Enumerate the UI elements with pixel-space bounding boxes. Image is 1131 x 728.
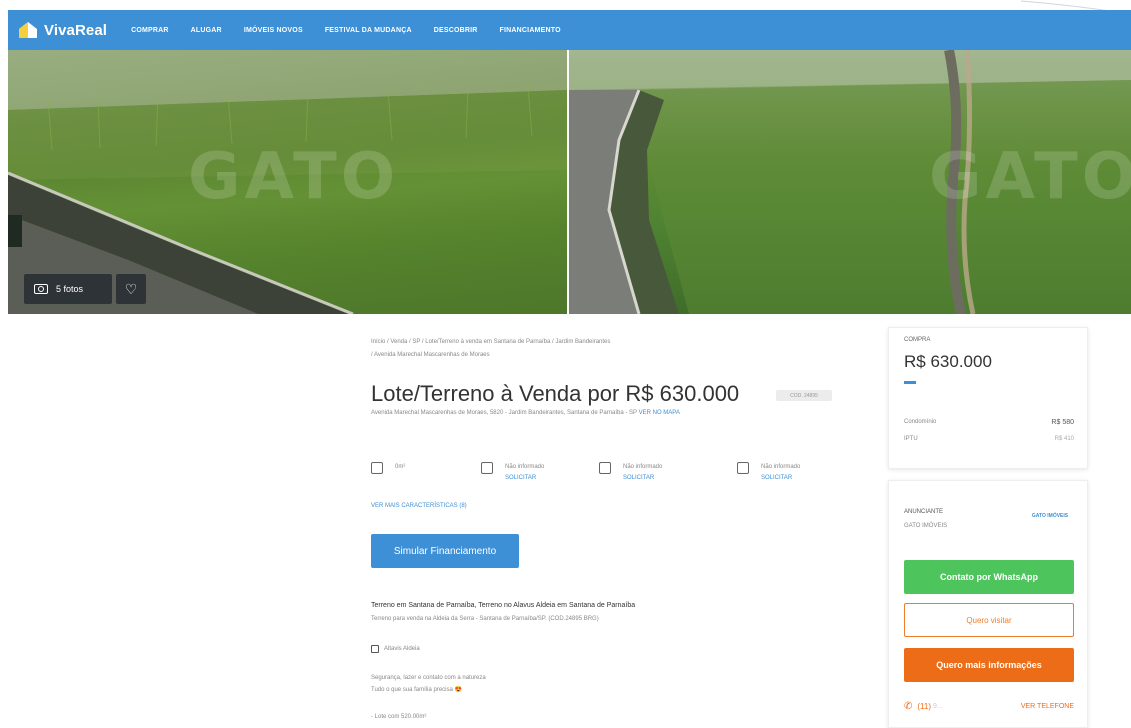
features-row: 0m² Não informado SOLICITAR Não informad… bbox=[371, 462, 861, 496]
feature-area: 0m² bbox=[371, 462, 405, 474]
listing-address: Avenida Marechal Mascarenhas de Moraes, … bbox=[371, 410, 680, 416]
feature-bathrooms-request-link[interactable]: SOLICITAR bbox=[623, 473, 662, 484]
show-phone-link[interactable]: VER TELEFONE bbox=[1021, 703, 1074, 710]
vivareal-logo[interactable]: VivaReal bbox=[18, 21, 107, 39]
advertiser-logo[interactable]: GATO IMÓVEIS bbox=[1025, 513, 1075, 527]
feature-parking-value: Não informado bbox=[761, 464, 801, 470]
condo-fee-value: R$ 580 bbox=[1051, 419, 1074, 426]
price-label: COMPRA bbox=[904, 337, 931, 343]
price-underline bbox=[904, 381, 916, 384]
view-photos-button[interactable]: 5 fotos bbox=[24, 274, 112, 304]
heart-icon: ♡ bbox=[124, 280, 138, 297]
iptu-row: IPTU R$ 410 bbox=[904, 436, 1074, 442]
contact-card: ANUNCIANTE GATO IMÓVEIS GATO IMÓVEIS Con… bbox=[888, 480, 1088, 728]
gallery-prev-arrow[interactable] bbox=[8, 215, 22, 247]
listing-photo-2[interactable]: GATO bbox=[569, 50, 1131, 314]
camera-icon bbox=[34, 284, 48, 294]
feature-bathrooms: Não informado SOLICITAR bbox=[599, 462, 662, 484]
logo-text: VivaReal bbox=[44, 21, 108, 39]
breadcrumb[interactable]: Início / Venda / SP / Lote/Terreno à ven… bbox=[371, 336, 771, 362]
whatsapp-contact-button[interactable]: Contato por WhatsApp bbox=[904, 560, 1074, 594]
gallery-watermark-2: GATO bbox=[929, 140, 1131, 214]
phone-prefix: (11) bbox=[917, 702, 932, 711]
condo-fee-row: Condomínio R$ 580 bbox=[904, 419, 1074, 426]
listing-code-badge: COD. 24895 bbox=[776, 390, 832, 401]
feature-bedrooms-request-link[interactable]: SOLICITAR bbox=[505, 473, 544, 484]
nav-financiamento[interactable]: FINANCIAMENTO bbox=[500, 27, 561, 34]
condo-fee-label: Condomínio bbox=[904, 419, 937, 425]
more-features-link[interactable]: VER MAIS CARACTERÍSTICAS (8) bbox=[371, 503, 467, 509]
listing-title: Lote/Terreno à Venda por R$ 630.000 bbox=[371, 381, 740, 406]
phone-number: ✆ (11) 9... bbox=[904, 701, 943, 712]
price-card: COMPRA R$ 630.000 Condomínio R$ 580 IPTU… bbox=[888, 327, 1088, 469]
feature-parking: Não informado SOLICITAR bbox=[737, 462, 800, 484]
phone-hidden-digits: 9... bbox=[933, 703, 943, 710]
description-title: Terreno em Santana de Parnaíba, Terreno … bbox=[371, 602, 636, 609]
gallery-watermark: GATO bbox=[188, 140, 400, 214]
feature-bedrooms-value: Não informado bbox=[505, 464, 545, 470]
view-on-map-link[interactable]: VER NO MAPA bbox=[639, 410, 680, 416]
advertiser-name[interactable]: GATO IMÓVEIS bbox=[904, 523, 947, 529]
feature-area-value: 0m² bbox=[395, 464, 406, 470]
iptu-value: R$ 410 bbox=[1054, 436, 1074, 442]
nav-alugar[interactable]: ALUGAR bbox=[191, 27, 222, 34]
advertiser-label: ANUNCIANTE bbox=[904, 509, 944, 515]
phone-row: ✆ (11) 9... VER TELEFONE bbox=[904, 701, 1074, 712]
listing-photo-1[interactable]: GATO 5 fotos ♡ bbox=[8, 50, 567, 314]
favorite-button[interactable]: ♡ bbox=[116, 274, 146, 304]
description-subtitle: Terreno para venda na Aldeia da Serra - … bbox=[371, 616, 599, 622]
iptu-label: IPTU bbox=[904, 436, 918, 442]
phone-icon: ✆ bbox=[904, 701, 913, 712]
feature-parking-request-link[interactable]: SOLICITAR bbox=[761, 473, 800, 484]
description-line-1: Segurança, lazer e contato com a naturez… bbox=[371, 675, 486, 681]
schedule-visit-button[interactable]: Quero visitar bbox=[904, 603, 1074, 637]
bath-icon bbox=[599, 462, 611, 474]
nav-descobrir[interactable]: DESCOBRIR bbox=[434, 27, 478, 34]
simulate-financing-button[interactable]: Simular Financiamento bbox=[371, 534, 519, 568]
house-logo-icon bbox=[18, 21, 38, 39]
bed-icon bbox=[481, 462, 493, 474]
page: VivaReal COMPRAR ALUGAR IMÓVEIS NOVOS FE… bbox=[0, 0, 1131, 728]
feature-bathrooms-value: Não informado bbox=[623, 464, 663, 470]
address-text: Avenida Marechal Mascarenhas de Moraes, … bbox=[371, 410, 637, 416]
price-value: R$ 630.000 bbox=[904, 352, 992, 371]
area-icon bbox=[371, 462, 383, 474]
nav-comprar[interactable]: COMPRAR bbox=[131, 27, 169, 34]
breadcrumb-line-2[interactable]: / Avenida Marechal Mascarenhas de Moraes bbox=[371, 349, 771, 362]
car-icon bbox=[737, 462, 749, 474]
photo-gallery: GATO 5 fotos ♡ GATO bbox=[8, 50, 1131, 314]
nav-festival-da-mudanca[interactable]: FESTIVAL DA MUDANÇA bbox=[325, 27, 412, 34]
description-line-2: Tudo o que sua família precisa 😍 bbox=[371, 687, 462, 693]
photos-count-label: 5 fotos bbox=[56, 284, 84, 294]
top-navigation-bar: VivaReal COMPRAR ALUGAR IMÓVEIS NOVOS FE… bbox=[8, 10, 1131, 50]
breadcrumb-line-1[interactable]: Início / Venda / SP / Lote/Terreno à ven… bbox=[371, 336, 771, 349]
place-name: Altavis Aldeia bbox=[384, 646, 420, 652]
description-line-3: - Lote com 520.00m² bbox=[371, 714, 427, 720]
building-icon bbox=[371, 645, 379, 653]
more-info-button[interactable]: Quero mais informações bbox=[904, 648, 1074, 682]
nav-imoveis-novos[interactable]: IMÓVEIS NOVOS bbox=[244, 27, 303, 34]
feature-bedrooms: Não informado SOLICITAR bbox=[481, 462, 544, 484]
place-line: Altavis Aldeia bbox=[371, 645, 420, 653]
